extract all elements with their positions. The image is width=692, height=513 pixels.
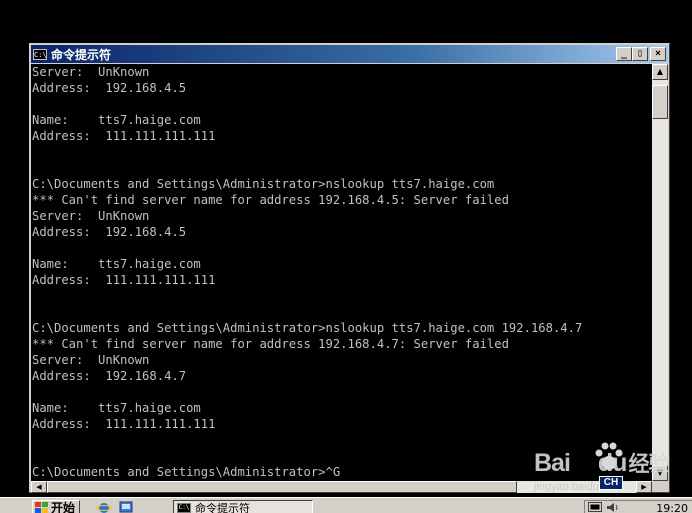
window-title: 命令提示符	[51, 47, 112, 62]
minimize-button[interactable]: _	[616, 47, 632, 61]
horizontal-scroll-thumb[interactable]	[47, 481, 517, 493]
console-line: C:\Documents and Settings\Administrator>…	[32, 177, 495, 191]
console-line: Address: 192.168.4.7	[32, 369, 187, 383]
ime-language-indicator[interactable]: CH	[599, 476, 623, 490]
start-label: 开始	[51, 501, 76, 513]
console-line: Address: 111.111.111.111	[32, 417, 216, 431]
close-button[interactable]: ×	[650, 47, 666, 61]
taskbar-item-command-prompt[interactable]: C:\ 命令提示符	[173, 500, 313, 513]
console-line: Address: 111.111.111.111	[32, 129, 216, 143]
window-controls: _ ▯ ×	[616, 47, 666, 61]
scroll-left-button[interactable]: ◀	[31, 481, 47, 493]
windows-flag-icon	[35, 501, 48, 513]
console-output[interactable]: Server: UnKnown Address: 192.168.4.5 Nam…	[31, 64, 652, 481]
vertical-scroll-thumb[interactable]	[652, 85, 668, 119]
console-line: Address: 192.168.4.5	[32, 225, 187, 239]
console-line: Server: UnKnown	[32, 353, 150, 367]
speaker-icon[interactable]	[606, 502, 620, 513]
console-line: Name: tts7.haige.com	[32, 401, 201, 415]
scroll-up-arrow-icon: ▲	[656, 67, 664, 76]
watermark-brand-text: Bai	[534, 449, 571, 477]
show-desktop-icon[interactable]	[118, 501, 134, 513]
system-tray: 19:20	[584, 500, 692, 513]
console-line: Name: tts7.haige.com	[32, 113, 201, 127]
taskbar-item-label: 命令提示符	[195, 501, 250, 513]
console-line: Address: 192.168.4.5	[32, 81, 187, 95]
network-monitor-icon[interactable]	[588, 502, 602, 513]
maximize-button[interactable]: ▯	[632, 47, 648, 61]
console-line: Address: 111.111.111.111	[32, 273, 216, 287]
vertical-scrollbar[interactable]: ▲ ▼	[652, 64, 668, 481]
watermark-cn-text: 经验	[628, 453, 669, 476]
console-line: Server: UnKnown	[32, 209, 150, 223]
console-window-icon[interactable]: C:\	[33, 48, 47, 60]
scroll-left-arrow-icon: ◀	[36, 483, 42, 491]
title-bar[interactable]: C:\ 命令提示符 _ ▯ ×	[31, 45, 668, 63]
taskbar: 开始 C:\ 命令提示符 19:20	[0, 497, 692, 513]
command-prompt-window: C:\ 命令提示符 _ ▯ × Server: UnKnown Address:…	[29, 43, 670, 493]
desktop: C:\ 命令提示符 _ ▯ × Server: UnKnown Address:…	[0, 0, 692, 513]
console-line: C:\Documents and Settings\Administrator>…	[32, 321, 583, 335]
baidu-paw-icon	[595, 442, 623, 470]
console-window-icon: C:\	[177, 502, 191, 513]
console-line: *** Can't find server name for address 1…	[32, 337, 509, 351]
console-line: Server: UnKnown	[32, 65, 150, 79]
console-line: *** Can't find server name for address 1…	[32, 193, 509, 207]
console-line: Name: tts7.haige.com	[32, 257, 201, 271]
clock[interactable]: 19:20	[656, 502, 688, 513]
internet-explorer-icon[interactable]	[96, 501, 112, 513]
start-button[interactable]: 开始	[32, 500, 80, 513]
scroll-up-button[interactable]: ▲	[652, 64, 668, 80]
